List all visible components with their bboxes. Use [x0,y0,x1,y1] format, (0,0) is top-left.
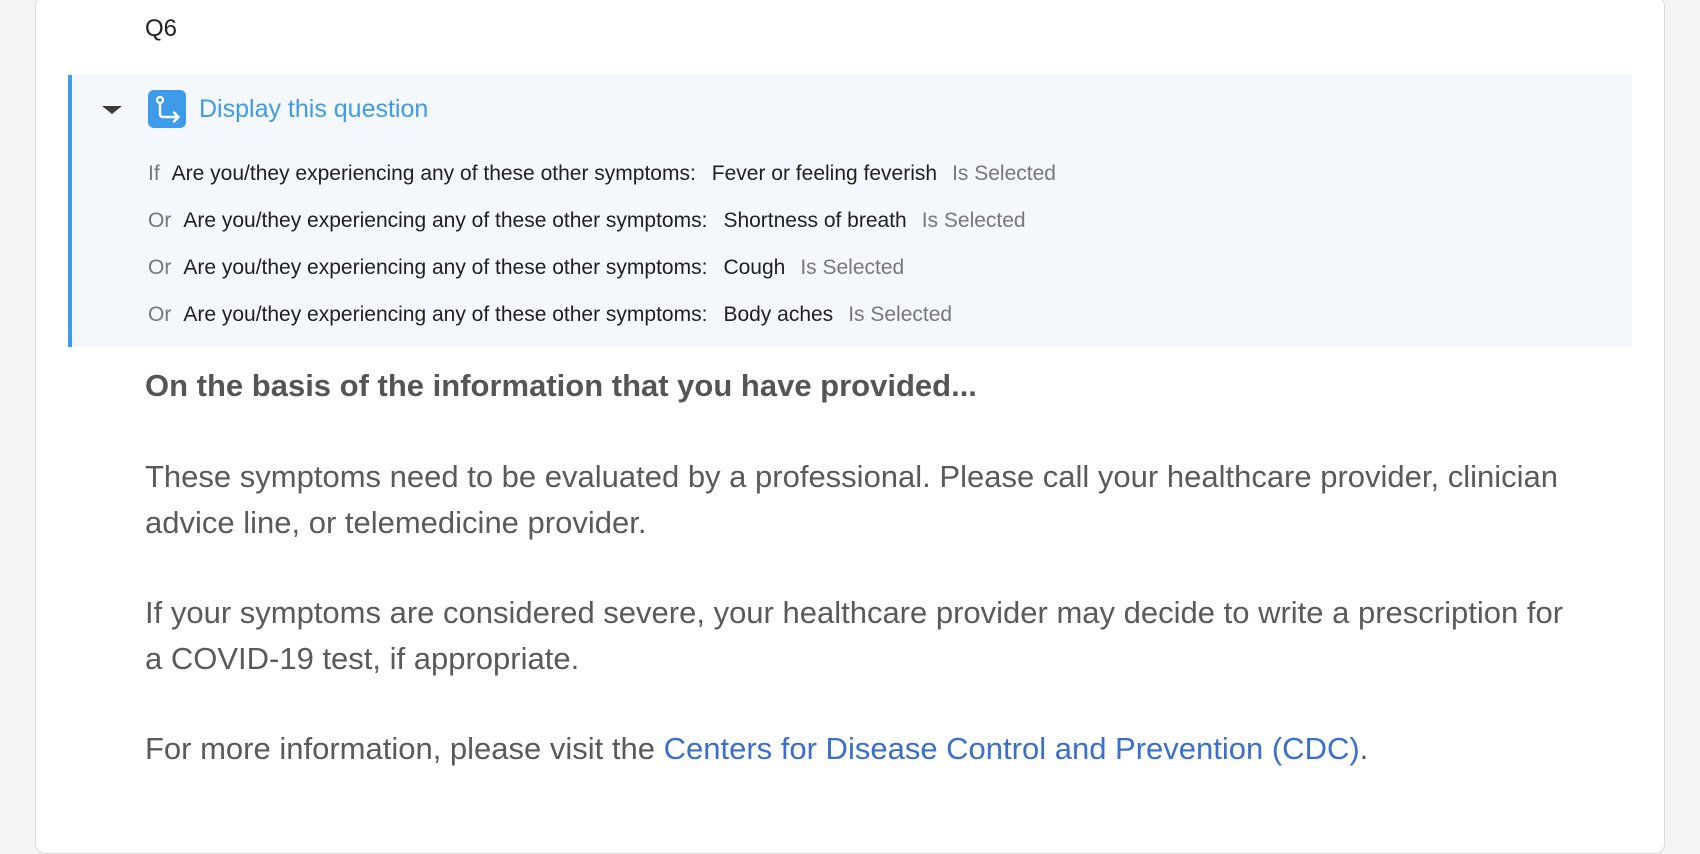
condition-choice: Cough [723,256,786,279]
logic-condition: Or Are you/they experiencing any of these… [148,303,952,327]
condition-operator: Is Selected [848,303,953,326]
logic-condition: If Are you/they experiencing any of these… [148,162,1056,186]
severe-symptoms-paragraph: If your symptoms are considered severe, … [145,595,1564,676]
condition-conjunction: Or [148,209,172,232]
result-heading: On the basis of the information that you… [145,368,977,403]
caret-down-icon[interactable] [102,106,122,114]
condition-question: Are you/they experiencing any of these o… [183,209,708,232]
display-logic-title[interactable]: Display this question [199,95,428,124]
condition-conjunction: If [148,162,160,185]
question-card: Q6 Display this question If Are you/they … [35,0,1665,854]
condition-conjunction: Or [148,303,172,326]
condition-choice: Shortness of breath [723,209,907,232]
logic-condition: Or Are you/they experiencing any of these… [148,256,904,280]
condition-operator: Is Selected [921,209,1026,232]
condition-conjunction: Or [148,256,172,279]
condition-question: Are you/they experiencing any of these o… [183,303,708,326]
display-logic-icon [148,90,186,128]
cdc-link[interactable]: Centers for Disease Control and Preventi… [664,731,1360,766]
condition-operator: Is Selected [952,162,1056,185]
condition-choice: Fever or feeling feverish [711,162,938,185]
more-info-period: . [1359,731,1369,766]
display-logic-panel: Display this question If Are you/they exp… [68,75,1632,347]
condition-question: Are you/they experiencing any of these o… [183,256,708,279]
logic-condition: Or Are you/they experiencing any of these… [148,209,1026,233]
condition-question: Are you/they experiencing any of these o… [171,162,696,185]
more-info-text: For more information, please visit the [145,731,664,766]
evaluation-paragraph: These symptoms need to be evaluated by a… [145,459,1559,540]
more-info-paragraph: For more information, please visit the C… [145,726,1565,772]
condition-operator: Is Selected [800,256,905,279]
question-number: Q6 [145,15,178,42]
condition-choice: Body aches [723,303,834,326]
